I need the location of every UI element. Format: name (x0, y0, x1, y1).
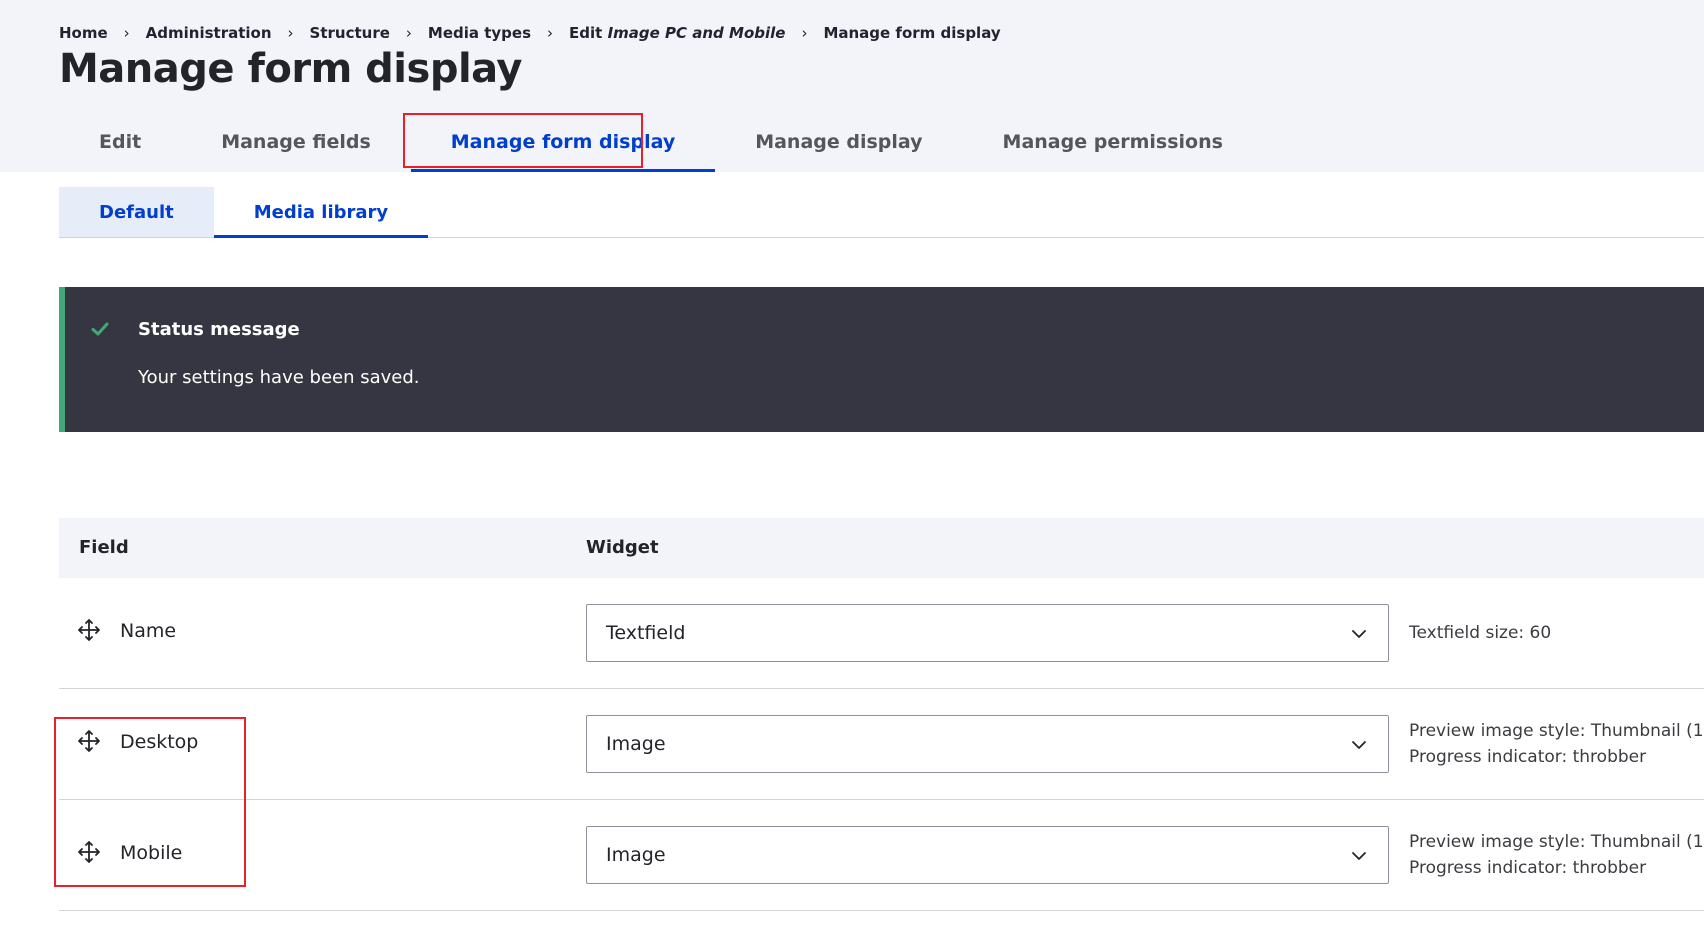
annotation-highlight-rows (54, 717, 246, 887)
widget-select-value: Image (606, 844, 666, 866)
widget-summary: Textfield size: 60 (1409, 620, 1551, 646)
breadcrumb-structure[interactable]: Structure (310, 24, 390, 42)
chevron-right-icon: › (287, 24, 294, 42)
summary-line: Preview image style: Thumbnail (100×100) (1409, 832, 1704, 852)
widget-select[interactable]: Image (586, 715, 1389, 773)
form-display-table: Field Widget Name Textfield Textfield si… (59, 518, 1704, 911)
column-header-widget: Widget (586, 537, 659, 558)
table-row: Desktop Image Preview image style: Thumb… (59, 689, 1704, 800)
column-header-field: Field (79, 537, 129, 558)
status-text: Your settings have been saved. (138, 367, 420, 388)
chevron-down-icon (1352, 741, 1366, 749)
tab-manage-display[interactable]: Manage display (715, 112, 962, 172)
chevron-down-icon (1352, 852, 1366, 860)
breadcrumb-edit-prefix: Edit (569, 24, 603, 42)
table-header: Field Widget (59, 518, 1704, 578)
summary-line: Textfield size: 60 (1409, 623, 1552, 643)
page-title: Manage form display (59, 46, 523, 92)
tab-default[interactable]: Default (59, 187, 214, 237)
table-row: Mobile Image Preview image style: Thumbn… (59, 800, 1704, 911)
breadcrumb-home[interactable]: Home (59, 24, 108, 42)
chevron-right-icon: › (405, 24, 412, 42)
summary-line: Progress indicator: throbber (1409, 747, 1647, 767)
breadcrumb-administration[interactable]: Administration (146, 24, 272, 42)
widget-select[interactable]: Textfield (586, 604, 1389, 662)
primary-tabs: Edit Manage fields Manage form display M… (59, 112, 1263, 172)
summary-line: Preview image style: Thumbnail (100×100) (1409, 721, 1704, 741)
secondary-tabs: Default Media library (59, 187, 1704, 238)
widget-select-value: Textfield (606, 622, 686, 644)
chevron-right-icon: › (123, 24, 130, 42)
field-name: Name (120, 620, 177, 642)
breadcrumb-edit-media-type[interactable]: Edit Image PC and Mobile (569, 24, 785, 42)
check-icon (91, 322, 109, 336)
chevron-right-icon: › (547, 24, 554, 42)
breadcrumb-current: Manage form display (823, 24, 1001, 42)
chevron-right-icon: › (801, 24, 808, 42)
tab-edit[interactable]: Edit (59, 112, 181, 172)
tab-manage-fields[interactable]: Manage fields (181, 112, 411, 172)
annotation-highlight-tab (403, 113, 643, 168)
chevron-down-icon (1352, 630, 1366, 638)
status-message: Status message Your settings have been s… (59, 287, 1704, 432)
tab-media-library[interactable]: Media library (213, 187, 429, 238)
breadcrumb-edit-name: Image PC and Mobile (607, 24, 786, 42)
status-title: Status message (138, 319, 300, 340)
table-row: Name Textfield Textfield size: 60 (59, 578, 1704, 689)
breadcrumb-media-types[interactable]: Media types (428, 24, 531, 42)
breadcrumb: Home › Administration › Structure › Medi… (59, 22, 1001, 44)
drag-handle-icon[interactable] (77, 618, 101, 642)
widget-select-value: Image (606, 733, 666, 755)
widget-summary: Preview image style: Thumbnail (100×100)… (1409, 718, 1704, 770)
tab-manage-permissions[interactable]: Manage permissions (963, 112, 1263, 172)
summary-line: Progress indicator: throbber (1409, 858, 1647, 878)
widget-summary: Preview image style: Thumbnail (100×100)… (1409, 829, 1704, 881)
widget-select[interactable]: Image (586, 826, 1389, 884)
